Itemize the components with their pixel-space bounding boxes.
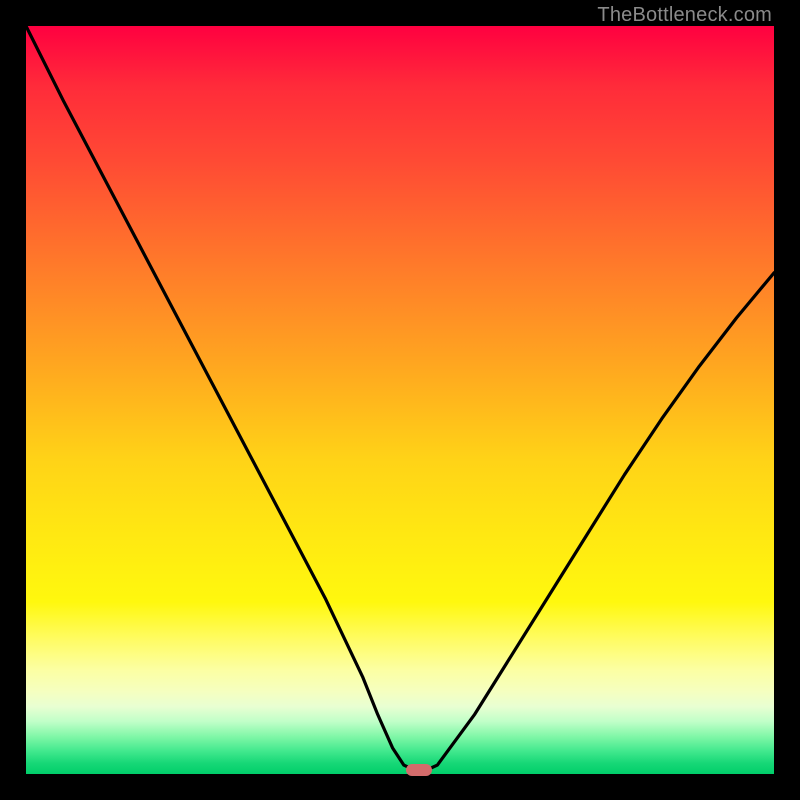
watermark-text: TheBottleneck.com bbox=[597, 4, 772, 27]
chart-frame: TheBottleneck.com bbox=[0, 0, 800, 800]
plot-area bbox=[26, 26, 774, 774]
bottleneck-curve bbox=[26, 26, 774, 774]
optimum-marker bbox=[406, 764, 432, 776]
